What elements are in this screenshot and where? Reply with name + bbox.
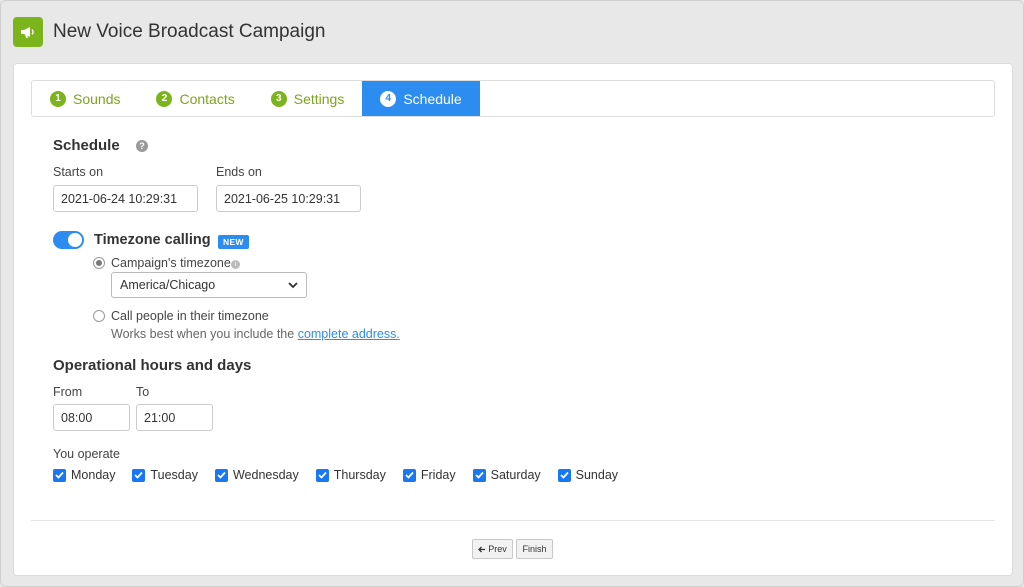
people-timezone-label: Call people in their timezone	[111, 309, 269, 323]
day-label: Wednesday	[232, 468, 299, 482]
days-checkbox-group: Monday Tuesday Wednesday Thursday Friday…	[53, 468, 635, 482]
info-icon[interactable]: i	[231, 260, 240, 269]
day-saturday[interactable]: Saturday	[472, 468, 541, 482]
ends-on-label: Ends on	[216, 165, 262, 179]
tab-label: Settings	[293, 90, 345, 107]
day-label: Saturday	[490, 468, 541, 482]
day-label: Friday	[420, 468, 456, 482]
schedule-title: Schedule	[53, 137, 120, 154]
megaphone-icon	[13, 17, 43, 47]
wizard-tabs: 1 Sounds 2 Contacts 3 Settings 4 Schedul…	[31, 80, 995, 117]
day-tuesday[interactable]: Tuesday	[132, 468, 198, 482]
timezone-title: Timezone calling	[94, 232, 211, 248]
checkbox-checked-icon[interactable]	[315, 468, 329, 482]
checkbox-checked-icon[interactable]	[557, 468, 571, 482]
people-timezone-radio[interactable]	[93, 310, 105, 322]
checkbox-checked-icon[interactable]	[132, 468, 146, 482]
day-label: Thursday	[333, 468, 386, 482]
from-input[interactable]: 08:00	[53, 404, 130, 431]
toggle-knob	[68, 233, 82, 247]
step-number: 3	[270, 90, 287, 107]
prev-button[interactable]: Prev	[472, 539, 513, 559]
tab-sounds[interactable]: 1 Sounds	[32, 81, 138, 116]
new-badge: NEW	[218, 235, 249, 249]
day-wednesday[interactable]: Wednesday	[214, 468, 299, 482]
day-monday[interactable]: Monday	[53, 468, 115, 482]
tab-settings[interactable]: 3 Settings	[253, 81, 363, 116]
arrow-left-icon	[478, 546, 486, 552]
timezone-hint: Works best when you include the complete…	[111, 327, 400, 341]
ends-on-input[interactable]: 2021-06-25 10:29:31	[216, 185, 361, 212]
operational-title: Operational hours and days	[53, 357, 252, 374]
help-icon[interactable]: ?	[136, 140, 148, 152]
finish-label: Finish	[522, 544, 547, 554]
tab-label: Contacts	[179, 90, 235, 107]
day-label: Monday	[71, 468, 116, 482]
campaign-card: 1 Sounds 2 Contacts 3 Settings 4 Schedul…	[13, 63, 1013, 576]
tab-label: Sounds	[73, 90, 121, 107]
page-header: New Voice Broadcast Campaign	[13, 15, 325, 49]
day-label: Tuesday	[150, 468, 198, 482]
timezone-select-value: America/Chicago	[120, 278, 216, 292]
checkbox-checked-icon[interactable]	[53, 468, 66, 482]
timezone-select[interactable]: America/Chicago	[111, 272, 307, 298]
to-label: To	[136, 385, 150, 399]
to-input[interactable]: 21:00	[136, 404, 213, 431]
starts-on-label: Starts on	[53, 165, 104, 179]
step-number: 2	[156, 90, 173, 107]
day-friday[interactable]: Friday	[402, 468, 456, 482]
from-label: From	[53, 385, 83, 399]
day-sunday[interactable]: Sunday	[557, 468, 619, 482]
tab-contacts[interactable]: 2 Contacts	[138, 81, 252, 116]
complete-address-link[interactable]: complete address.	[298, 327, 400, 341]
campaign-timezone-radio[interactable]	[93, 257, 105, 269]
finish-button[interactable]: Finish	[516, 539, 553, 559]
tab-label: Schedule	[403, 90, 462, 107]
step-number: 4	[380, 90, 397, 107]
campaign-timezone-label: Campaign's timezone	[111, 256, 231, 270]
checkbox-checked-icon[interactable]	[472, 468, 486, 482]
checkbox-checked-icon[interactable]	[402, 468, 416, 482]
hint-text: Works best when you include the	[111, 327, 298, 341]
day-label: Sunday	[575, 468, 619, 482]
checkbox-checked-icon[interactable]	[214, 468, 228, 482]
you-operate-label: You operate	[53, 447, 120, 461]
prev-label: Prev	[488, 544, 507, 554]
day-thursday[interactable]: Thursday	[315, 468, 386, 482]
tab-schedule[interactable]: 4 Schedule	[362, 81, 480, 116]
timezone-toggle[interactable]	[53, 231, 84, 249]
starts-on-input[interactable]: 2021-06-24 10:29:31	[53, 185, 198, 212]
window-frame: New Voice Broadcast Campaign 1 Sounds 2 …	[0, 0, 1024, 587]
chevron-down-icon	[288, 281, 298, 288]
page-title: New Voice Broadcast Campaign	[53, 21, 326, 42]
step-number: 1	[50, 90, 66, 107]
footer-divider	[31, 520, 995, 521]
